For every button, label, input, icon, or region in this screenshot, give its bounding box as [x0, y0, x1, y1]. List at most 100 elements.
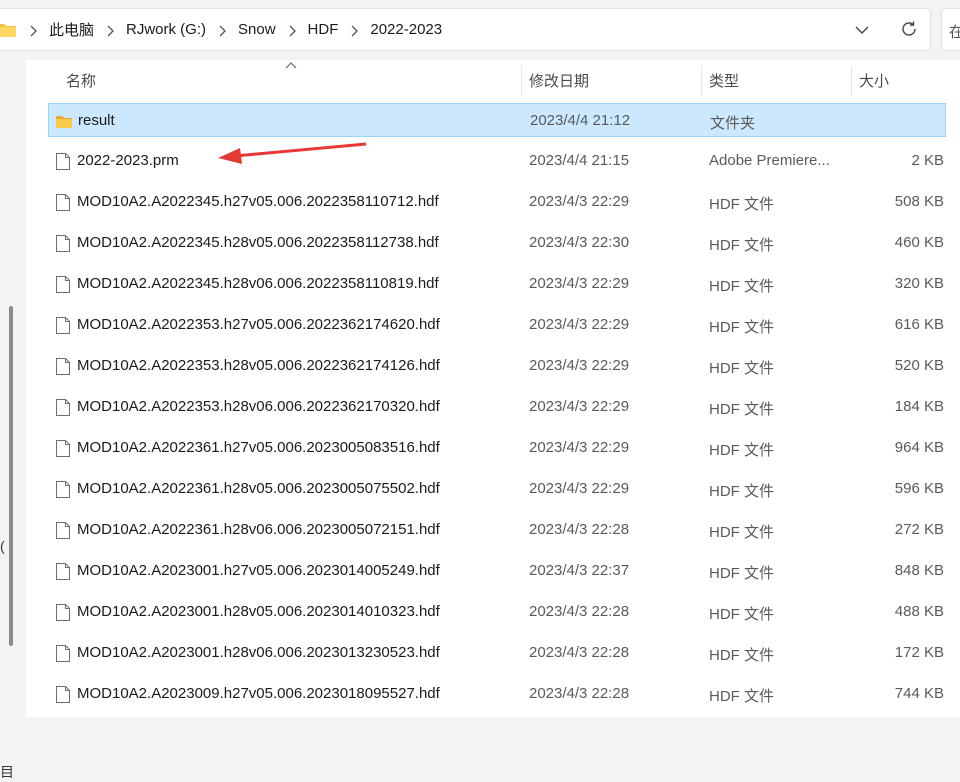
file-type: HDF 文件: [709, 483, 774, 500]
file-date: 2023/4/3 22:29: [529, 275, 630, 292]
file-date: 2023/4/3 22:28: [529, 685, 630, 702]
file-row[interactable]: MOD10A2.A2022353.h28v05.006.202236217412…: [48, 349, 946, 383]
file-icon: [54, 152, 72, 171]
breadcrumb-item[interactable]: 此电脑: [47, 19, 96, 40]
file-date: 2023/4/3 22:29: [529, 439, 630, 456]
file-row[interactable]: MOD10A2.A2022353.h28v06.006.202236217032…: [48, 390, 946, 424]
file-row[interactable]: MOD10A2.A2023001.h27v05.006.202301400524…: [48, 554, 946, 588]
file-row[interactable]: MOD10A2.A2022361.h28v06.006.202300507215…: [48, 513, 946, 547]
file-row[interactable]: MOD10A2.A2022353.h27v05.006.202236217462…: [48, 308, 946, 342]
file-type: HDF 文件: [709, 606, 774, 623]
file-size: 2 KB: [911, 152, 944, 169]
file-row[interactable]: MOD10A2.A2022345.h28v05.006.202235811273…: [48, 226, 946, 260]
file-type: 文件夹: [710, 115, 756, 132]
file-type: HDF 文件: [709, 688, 774, 705]
file-name: MOD10A2.A2022361.h28v06.006.202300507215…: [77, 521, 440, 538]
file-size: 488 KB: [894, 603, 944, 620]
file-date: 2023/4/3 22:29: [529, 357, 630, 374]
file-size: 508 KB: [894, 193, 944, 210]
file-type: HDF 文件: [709, 442, 774, 459]
file-name: MOD10A2.A2022345.h27v05.006.202235811071…: [77, 193, 439, 210]
file-name: MOD10A2.A2022353.h28v05.006.202236217412…: [77, 357, 440, 374]
breadcrumb-item[interactable]: Snow: [236, 21, 278, 38]
column-divider[interactable]: [851, 66, 852, 96]
chevron-down-icon[interactable]: [854, 22, 870, 38]
file-icon: [54, 234, 72, 253]
file-row[interactable]: MOD10A2.A2022345.h27v05.006.202235811071…: [48, 185, 946, 219]
file-name: MOD10A2.A2022353.h27v05.006.202236217462…: [77, 316, 440, 333]
file-name: MOD10A2.A2022345.h28v05.006.202235811273…: [77, 234, 439, 251]
folder-icon: [55, 112, 73, 131]
file-name: MOD10A2.A2022361.h27v05.006.202300508351…: [77, 439, 440, 456]
file-icon: [54, 644, 72, 663]
file-size: 964 KB: [894, 439, 944, 456]
file-icon: [54, 480, 72, 499]
column-type[interactable]: 类型: [709, 70, 739, 91]
file-row[interactable]: MOD10A2.A2023001.h28v06.006.202301323052…: [48, 636, 946, 670]
address-bar[interactable]: 此电脑 RJwork (G:) Snow HDF 2022-2023: [0, 8, 931, 51]
chevron-right-icon[interactable]: [19, 22, 47, 38]
file-list[interactable]: 名称 修改日期 类型 大小 result 2023/4/4 21:12 文件夹 202…: [26, 60, 960, 717]
file-row[interactable]: MOD10A2.A2022361.h28v05.006.202300507550…: [48, 472, 946, 506]
file-icon: [54, 398, 72, 417]
file-type: HDF 文件: [709, 565, 774, 582]
folder-icon: [0, 24, 16, 37]
file-row[interactable]: MOD10A2.A2023001.h28v05.006.202301401032…: [48, 595, 946, 629]
file-date: 2023/4/3 22:28: [529, 603, 630, 620]
file-date: 2023/4/3 22:37: [529, 562, 630, 579]
chevron-right-icon[interactable]: [96, 22, 124, 38]
file-type: Adobe Premiere...: [709, 152, 830, 169]
file-icon: [54, 439, 72, 458]
chevron-right-icon[interactable]: [340, 22, 368, 38]
file-name: MOD10A2.A2023001.h27v05.006.202301400524…: [77, 562, 440, 579]
file-row[interactable]: result 2023/4/4 21:12 文件夹: [48, 103, 946, 137]
breadcrumb-item[interactable]: RJwork (G:): [124, 21, 208, 38]
breadcrumb: 此电脑 RJwork (G:) Snow HDF 2022-2023: [19, 9, 444, 50]
file-type: HDF 文件: [709, 647, 774, 664]
column-divider[interactable]: [521, 66, 522, 96]
file-date: 2023/4/3 22:30: [529, 234, 630, 251]
column-name[interactable]: 名称: [66, 70, 96, 91]
file-size: 460 KB: [894, 234, 944, 251]
breadcrumb-item[interactable]: HDF: [306, 21, 341, 38]
file-date: 2023/4/4 21:15: [529, 152, 630, 169]
file-row[interactable]: MOD10A2.A2023009.h27v05.006.202301809552…: [48, 677, 946, 711]
file-date: 2023/4/3 22:28: [529, 644, 630, 661]
file-date: 2023/4/3 22:29: [529, 193, 630, 210]
file-icon: [54, 193, 72, 212]
nav-item-fragment: 目: [0, 764, 14, 780]
file-icon: [54, 685, 72, 704]
chevron-right-icon[interactable]: [208, 22, 236, 38]
file-icon: [54, 603, 72, 622]
file-date: 2023/4/4 21:12: [530, 112, 631, 129]
column-date[interactable]: 修改日期: [529, 70, 589, 91]
navigation-pane: ( 目: [0, 62, 24, 780]
chevron-right-icon[interactable]: [278, 22, 306, 38]
file-name: MOD10A2.A2023001.h28v05.006.202301401032…: [77, 603, 440, 620]
file-date: 2023/4/3 22:29: [529, 398, 630, 415]
file-size: 616 KB: [894, 316, 944, 333]
file-date: 2023/4/3 22:28: [529, 521, 630, 538]
nav-scrollbar[interactable]: [9, 306, 13, 646]
file-date: 2023/4/3 22:29: [529, 480, 630, 497]
file-row[interactable]: MOD10A2.A2022361.h27v05.006.202300508351…: [48, 431, 946, 465]
refresh-icon[interactable]: [900, 20, 918, 38]
file-row[interactable]: MOD10A2.A2022345.h28v06.006.202235811081…: [48, 267, 946, 301]
file-type: HDF 文件: [709, 278, 774, 295]
column-divider[interactable]: [701, 66, 702, 96]
search-input[interactable]: 在: [941, 8, 960, 51]
column-header: 名称 修改日期 类型 大小: [26, 60, 960, 100]
nav-item-fragment: (: [0, 538, 5, 554]
file-name: 2022-2023.prm: [77, 152, 179, 169]
file-size: 596 KB: [894, 480, 944, 497]
file-name: result: [78, 112, 115, 129]
sort-ascending-icon[interactable]: [284, 60, 298, 70]
breadcrumb-item[interactable]: 2022-2023: [368, 21, 444, 38]
file-type: HDF 文件: [709, 196, 774, 213]
file-row[interactable]: 2022-2023.prm 2023/4/4 21:15 Adobe Premier…: [48, 144, 946, 178]
file-icon: [54, 316, 72, 335]
file-size: 848 KB: [894, 562, 944, 579]
file-type: HDF 文件: [709, 524, 774, 541]
file-name: MOD10A2.A2022345.h28v06.006.202235811081…: [77, 275, 439, 292]
column-size[interactable]: 大小: [859, 70, 889, 91]
